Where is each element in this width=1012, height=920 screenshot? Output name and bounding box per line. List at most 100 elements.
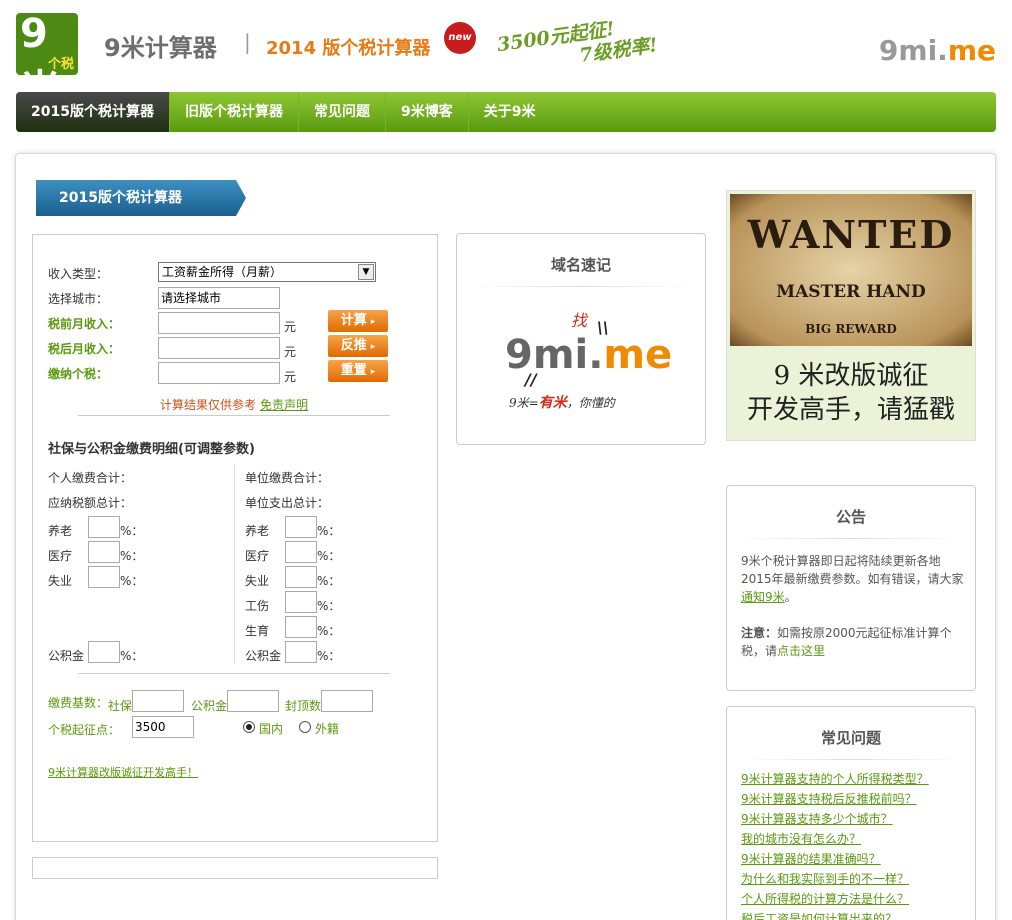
pct-suffix: %： <box>317 524 341 538</box>
company-unemployment-input[interactable] <box>285 566 317 588</box>
domain-logo-grey: 9mi. <box>505 332 604 378</box>
faq-link[interactable]: 我的城市没有怎么办？ <box>741 830 861 847</box>
faq-link[interactable]: 9米计算器支持的个人所得税类型？ <box>741 770 929 787</box>
site-logo[interactable]: 9米 个税 <box>16 11 78 113</box>
company-pension-input[interactable] <box>285 516 317 538</box>
personal-pension-input[interactable] <box>88 516 120 538</box>
pct-suffix: %： <box>317 599 341 613</box>
tax-label: 缴纳个税： <box>48 367 109 381</box>
reverse-button[interactable]: 反推 ▸ <box>328 335 388 357</box>
domain-box: 域名速记 找 \\ // 9mi.me 9米=有米，你懂的 <box>456 233 706 445</box>
divider <box>78 673 390 674</box>
tagline-suffix: ，你懂的 <box>566 396 615 410</box>
foreign-label: 外籍 <box>315 722 340 736</box>
tagline-red: 有米 <box>538 395 567 411</box>
header-domain: 9mi.me <box>879 34 996 67</box>
main-nav: 2015版个税计算器 旧版个税计算器 常见问题 9米博客 关于9米 <box>16 92 996 132</box>
foreign-radio[interactable] <box>299 721 311 733</box>
pct-suffix: %： <box>120 649 144 663</box>
calculate-button[interactable]: 计算 ▸ <box>328 310 388 332</box>
notice-link-suffix: 。 <box>784 590 797 604</box>
calculator-ribbon: 2015版个税计算器 <box>36 180 246 216</box>
pre-tax-label: 税前月收入： <box>48 317 121 331</box>
notice-spacer <box>741 606 967 624</box>
wanted-title: WANTED <box>747 212 955 257</box>
domain-logo-orange: me <box>603 332 673 378</box>
notice-title: 公告 <box>835 508 866 526</box>
nav-item-blog[interactable]: 9米博客 <box>386 92 469 132</box>
post-tax-unit: 元 <box>284 345 297 359</box>
social-title: 社保与公积金缴费明细(可调整参数) <box>48 442 255 457</box>
personal-unemployment-input[interactable] <box>88 566 120 588</box>
base-label: 缴费基数： <box>48 696 109 710</box>
city-label: 选择城市： <box>48 292 109 306</box>
tagline-prefix: 9米= <box>509 396 539 410</box>
base-fund-label: 公积金 <box>191 699 228 713</box>
nav-item-faq[interactable]: 常见问题 <box>299 92 386 132</box>
income-type-value: 工资薪金所得（月薪） <box>162 265 283 279</box>
threshold-input[interactable]: 3500 <box>132 716 194 738</box>
brand-subtitle: 2014 版个税计算器 <box>266 38 431 59</box>
column-divider <box>234 464 235 664</box>
faq-link[interactable]: 9米计算器支持多少个城市？ <box>741 810 893 827</box>
company-fund-input[interactable] <box>285 641 317 663</box>
faq-link[interactable]: 9米计算器的结果准确吗？ <box>741 850 881 867</box>
faq-panel: 常见问题 9米计算器支持的个人所得税类型？ 9米计算器支持税后反推税前吗？ 9米… <box>726 706 976 920</box>
slogan: 3500元起征! 7级税率! <box>496 10 675 78</box>
base-social-label: 社保 <box>108 699 133 713</box>
caret-right-icon: ▸ <box>370 367 376 377</box>
header: 9米 个税 9米计算器 | 2014 版个税计算器 new 3500元起征! 7… <box>0 0 1012 113</box>
faq-title: 常见问题 <box>820 729 881 747</box>
notice-note-text-2: 税，请 <box>741 644 778 658</box>
domestic-radio[interactable] <box>243 721 255 733</box>
click-here-link[interactable]: 点击这里 <box>777 644 825 658</box>
company-fund-label: 公积金 <box>245 649 282 663</box>
wanted-line: MASTER HAND <box>776 282 926 302</box>
personal-fund-label: 公积金 <box>48 649 85 663</box>
reset-button[interactable]: 重置 ▸ <box>328 360 388 382</box>
company-maternity-label: 生育 <box>245 624 270 638</box>
base-fund-input[interactable] <box>227 690 279 712</box>
base-social-input[interactable] <box>132 690 184 712</box>
domain-tagline: 9米=有米，你懂的 <box>509 392 615 412</box>
reset-button-label: 重置 <box>340 363 367 378</box>
taxable-total-label: 应纳税额总计： <box>48 496 133 510</box>
wanted-cn-line-1: 9 米改版诚征 <box>773 361 929 391</box>
domestic-label: 国内 <box>259 722 284 736</box>
chevron-down-icon[interactable]: ▼ <box>358 264 374 280</box>
domain-box-title: 域名速记 <box>550 256 611 274</box>
faq-link[interactable]: 为什么和我实际到手的不一样？ <box>741 870 909 887</box>
income-type-label: 收入类型： <box>48 267 109 281</box>
result-note: 计算结果仅供参考 <box>160 398 257 412</box>
income-type-select[interactable]: 工资薪金所得（月薪） ▼ <box>158 262 376 282</box>
nav-item-about[interactable]: 关于9米 <box>469 92 551 132</box>
notify-link[interactable]: 通知9米 <box>741 590 785 604</box>
domain-logo[interactable]: 9mi.me <box>505 332 672 378</box>
disclaimer-link[interactable]: 免责声明 <box>260 396 308 413</box>
personal-medical-label: 医疗 <box>48 549 73 563</box>
faq-link[interactable]: 个人所得税的计算方法是什么？ <box>741 890 909 907</box>
wanted-banner[interactable]: WANTED MASTER HAND BIG REWARD 9 米改版诚征 开发… <box>726 190 976 441</box>
personal-fund-input[interactable] <box>88 641 120 663</box>
pct-suffix: %： <box>120 574 144 588</box>
personal-total-label: 个人缴费合计： <box>48 471 133 485</box>
nav-item-old-calculator[interactable]: 旧版个税计算器 <box>170 92 299 132</box>
company-maternity-input[interactable] <box>285 616 317 638</box>
recruit-link[interactable]: 9米计算器改版诚征开发高手！ <box>48 764 198 780</box>
post-tax-input[interactable] <box>158 337 280 359</box>
brand-title: 9米计算器 <box>104 34 217 62</box>
company-medical-input[interactable] <box>285 541 317 563</box>
calculator-result-box <box>32 857 438 879</box>
faq-link[interactable]: 9米计算器支持税后反推税前吗？ <box>741 790 917 807</box>
pre-tax-input[interactable] <box>158 312 280 334</box>
city-input[interactable]: 请选择城市 <box>158 287 280 309</box>
faq-divider <box>737 759 965 760</box>
tax-input[interactable] <box>158 362 280 384</box>
header-domain-orange: me <box>947 34 996 67</box>
nav-item-2015-calculator[interactable]: 2015版个税计算器 <box>16 92 170 132</box>
company-pension-label: 养老 <box>245 524 270 538</box>
faq-link[interactable]: 税后工资是如何计算出来的？ <box>741 910 897 920</box>
personal-medical-input[interactable] <box>88 541 120 563</box>
cap-input[interactable] <box>321 690 373 712</box>
company-injury-input[interactable] <box>285 591 317 613</box>
